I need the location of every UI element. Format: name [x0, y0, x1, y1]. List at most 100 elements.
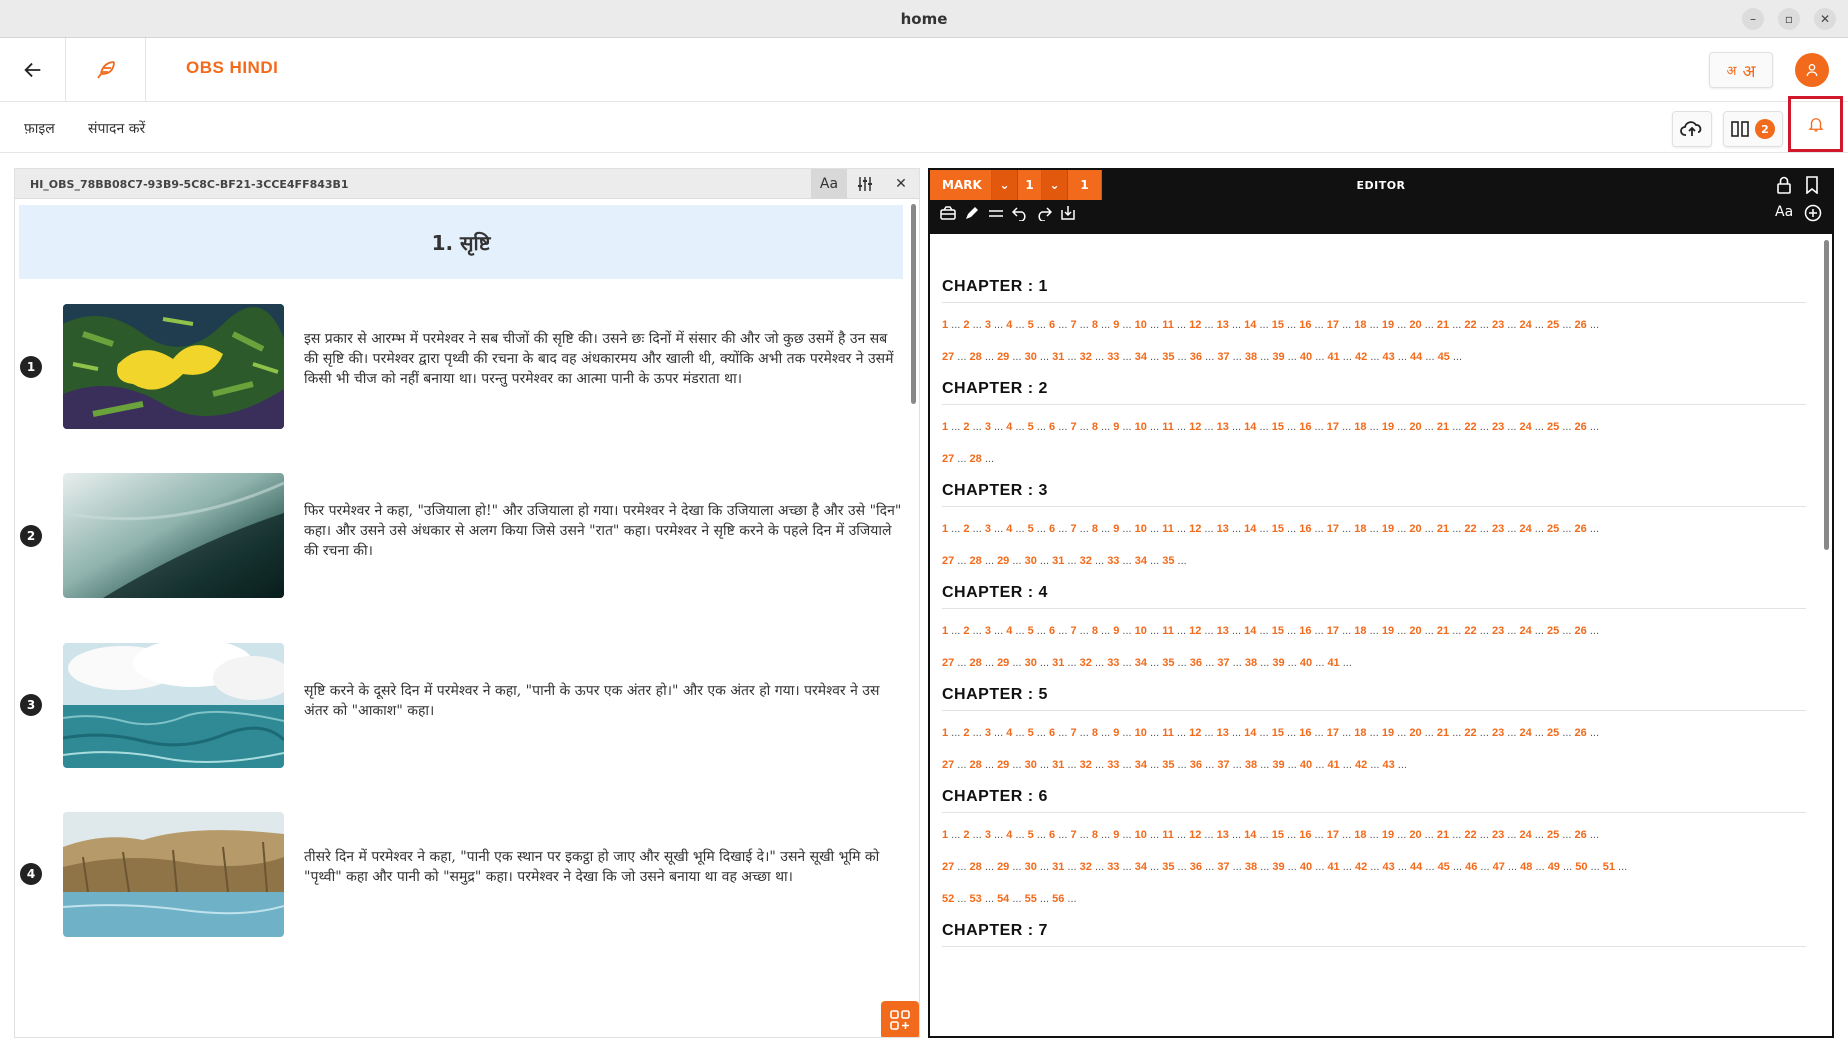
verse-marker[interactable]: 1 — [942, 727, 948, 739]
verse-marker[interactable]: 16 — [1299, 319, 1311, 331]
verse-marker[interactable]: 31 — [1052, 657, 1064, 669]
verse-marker[interactable]: 8 — [1092, 829, 1098, 841]
verse-marker[interactable]: 35 — [1162, 555, 1174, 567]
verse-marker[interactable]: 7 — [1070, 625, 1076, 637]
verse-marker[interactable]: 20 — [1409, 319, 1421, 331]
verse-marker[interactable]: 37 — [1217, 657, 1229, 669]
verse-marker[interactable]: 1 — [942, 319, 948, 331]
verse-marker[interactable]: 25 — [1547, 829, 1559, 841]
verse-marker[interactable]: 28 — [970, 351, 982, 363]
verse-marker[interactable]: 36 — [1190, 759, 1202, 771]
verse-marker[interactable]: 35 — [1162, 657, 1174, 669]
menu-file[interactable]: फ़ाइल — [24, 119, 55, 138]
verse-marker[interactable]: 25 — [1547, 727, 1559, 739]
verse-marker[interactable]: 7 — [1070, 523, 1076, 535]
verse-marker[interactable]: 16 — [1299, 829, 1311, 841]
verse-marker[interactable]: 31 — [1052, 555, 1064, 567]
verse-marker[interactable]: 20 — [1409, 421, 1421, 433]
verse-marker[interactable]: 7 — [1070, 727, 1076, 739]
pen-icon[interactable] — [964, 205, 980, 221]
verse-marker[interactable]: 26 — [1575, 319, 1587, 331]
verse-marker[interactable]: 27 — [942, 555, 954, 567]
verse-marker[interactable]: 33 — [1107, 657, 1119, 669]
verse-marker[interactable]: 11 — [1162, 727, 1174, 739]
editor-content[interactable]: CHAPTER : 1 1 ... 2 ... 3 ... 4 ... 5 ...… — [930, 234, 1818, 1036]
verse-marker[interactable]: 22 — [1464, 319, 1476, 331]
verse-marker[interactable]: 38 — [1245, 759, 1257, 771]
verse-marker[interactable]: 23 — [1492, 625, 1504, 637]
verse-marker[interactable]: 36 — [1190, 861, 1202, 873]
verse-marker[interactable]: 19 — [1382, 727, 1394, 739]
verse-marker[interactable]: 16 — [1299, 727, 1311, 739]
verse-marker[interactable]: 13 — [1217, 727, 1229, 739]
menu-edit[interactable]: संपादन करें — [88, 119, 145, 138]
verse-marker[interactable]: 5 — [1028, 523, 1034, 535]
verse-marker[interactable]: 14 — [1244, 319, 1256, 331]
verse-marker[interactable]: 28 — [970, 453, 982, 465]
verse-marker[interactable]: 48 — [1520, 861, 1532, 873]
verse-marker[interactable]: 56 — [1052, 893, 1064, 905]
verse-marker[interactable]: 26 — [1575, 625, 1587, 637]
verse-marker[interactable]: 18 — [1354, 727, 1366, 739]
verse-marker[interactable]: 24 — [1519, 523, 1531, 535]
verse-marker[interactable]: 37 — [1217, 759, 1229, 771]
verse-marker[interactable]: 27 — [942, 861, 954, 873]
verse-marker[interactable]: 33 — [1107, 759, 1119, 771]
verse-marker[interactable]: 33 — [1107, 351, 1119, 363]
verse-marker[interactable]: 11 — [1162, 421, 1174, 433]
verse-marker[interactable]: 41 — [1327, 861, 1339, 873]
user-avatar-button[interactable] — [1795, 53, 1829, 87]
verse-marker[interactable]: 8 — [1092, 727, 1098, 739]
verse-marker[interactable]: 12 — [1189, 829, 1201, 841]
verse-marker[interactable]: 40 — [1300, 351, 1312, 363]
verse-marker[interactable]: 22 — [1464, 421, 1476, 433]
verse-marker[interactable]: 30 — [1025, 351, 1037, 363]
verse-marker[interactable]: 4 — [1006, 421, 1012, 433]
lock-icon[interactable] — [1776, 176, 1792, 194]
verse-marker[interactable]: 33 — [1107, 555, 1119, 567]
verse-marker[interactable]: 5 — [1028, 829, 1034, 841]
verse-marker[interactable]: 37 — [1217, 861, 1229, 873]
verse-marker[interactable]: 39 — [1272, 657, 1284, 669]
verse-marker[interactable]: 15 — [1272, 523, 1284, 535]
verse-marker[interactable]: 8 — [1092, 319, 1098, 331]
verse-marker[interactable]: 8 — [1092, 421, 1098, 433]
verse-marker[interactable]: 43 — [1383, 759, 1395, 771]
verse-marker[interactable]: 8 — [1092, 625, 1098, 637]
verse-marker[interactable]: 19 — [1382, 319, 1394, 331]
verse-marker[interactable]: 11 — [1162, 523, 1174, 535]
verse-marker[interactable]: 16 — [1299, 523, 1311, 535]
cloud-sync-button[interactable] — [1672, 111, 1712, 147]
verse-marker[interactable]: 32 — [1080, 657, 1092, 669]
verse-marker[interactable]: 10 — [1135, 625, 1147, 637]
verse-marker[interactable]: 34 — [1135, 657, 1147, 669]
verse-marker[interactable]: 19 — [1382, 523, 1394, 535]
font-toggle-button[interactable]: अ अ — [1709, 52, 1773, 88]
verse-marker[interactable]: 40 — [1300, 861, 1312, 873]
verse-marker[interactable]: 9 — [1113, 829, 1119, 841]
add-resource-button[interactable] — [881, 1001, 919, 1037]
feather-logo-button[interactable] — [66, 38, 146, 102]
verse-marker[interactable]: 40 — [1300, 759, 1312, 771]
verse-marker[interactable]: 6 — [1049, 319, 1055, 331]
redo-icon[interactable] — [1036, 205, 1052, 221]
verse-marker[interactable]: 32 — [1080, 555, 1092, 567]
editor-scrollbar[interactable] — [1824, 240, 1829, 550]
verse-marker[interactable]: 10 — [1135, 829, 1147, 841]
undo-icon[interactable] — [1012, 205, 1028, 221]
verse-marker[interactable]: 22 — [1464, 625, 1476, 637]
eraser-icon[interactable] — [940, 205, 956, 221]
verse-marker[interactable]: 50 — [1575, 861, 1587, 873]
verse-marker[interactable]: 43 — [1383, 861, 1395, 873]
verse-marker[interactable]: 33 — [1107, 861, 1119, 873]
verse-marker[interactable]: 17 — [1327, 727, 1339, 739]
verse-marker[interactable]: 1 — [942, 625, 948, 637]
verse-marker[interactable]: 42 — [1355, 861, 1367, 873]
verse-marker[interactable]: 28 — [970, 657, 982, 669]
verse-marker[interactable]: 31 — [1052, 759, 1064, 771]
verse-marker[interactable]: 34 — [1135, 759, 1147, 771]
verse-marker[interactable]: 45 — [1438, 351, 1450, 363]
verse-marker[interactable]: 6 — [1049, 523, 1055, 535]
verse-marker[interactable]: 30 — [1025, 759, 1037, 771]
verse-marker[interactable]: 2 — [963, 625, 969, 637]
